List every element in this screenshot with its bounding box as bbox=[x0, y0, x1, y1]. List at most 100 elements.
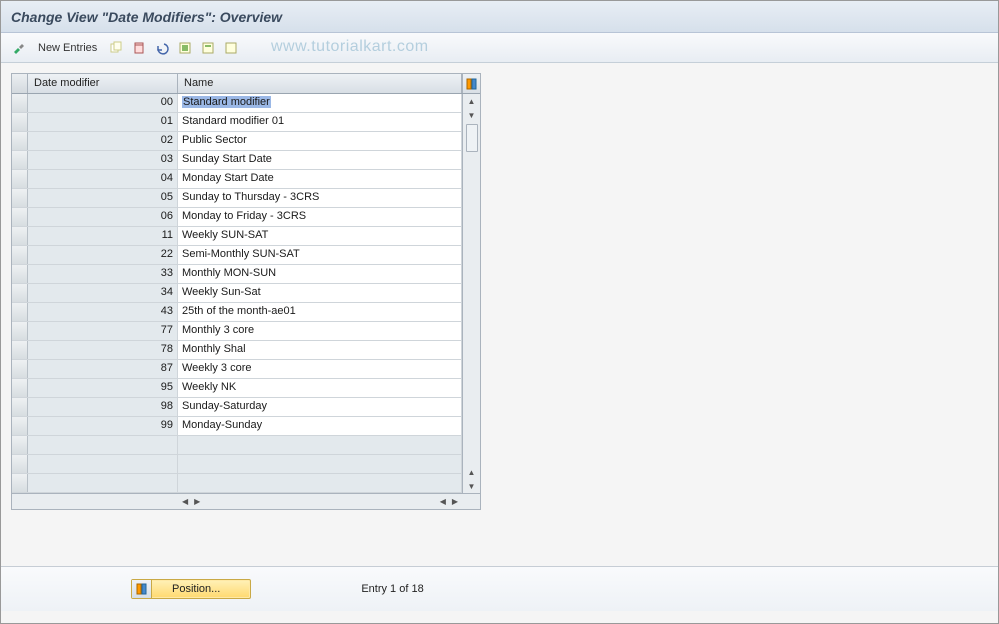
table-row[interactable]: 4325th of the month-ae01 bbox=[12, 303, 462, 322]
cell-modifier[interactable]: 02 bbox=[28, 132, 178, 150]
scroll-left-icon[interactable]: ◀ bbox=[180, 497, 190, 506]
cell-name[interactable]: Semi-Monthly SUN-SAT bbox=[178, 246, 462, 264]
row-selector[interactable] bbox=[12, 284, 28, 302]
select-block-icon[interactable] bbox=[198, 38, 218, 58]
table-row[interactable]: 06Monday to Friday - 3CRS bbox=[12, 208, 462, 227]
row-selector[interactable] bbox=[12, 151, 28, 169]
scroll-thumb[interactable] bbox=[466, 124, 478, 152]
cell-modifier[interactable]: 98 bbox=[28, 398, 178, 416]
cell-modifier[interactable]: 87 bbox=[28, 360, 178, 378]
vertical-scrollbar[interactable]: ▲ ▼ ▲ ▼ bbox=[462, 94, 480, 493]
undo-icon[interactable] bbox=[152, 38, 172, 58]
cell-name[interactable] bbox=[178, 474, 462, 492]
cell-name[interactable]: Weekly SUN-SAT bbox=[178, 227, 462, 245]
scroll-down-icon[interactable]: ▼ bbox=[464, 108, 480, 122]
table-row[interactable] bbox=[12, 455, 462, 474]
cell-name[interactable]: Monthly 3 core bbox=[178, 322, 462, 340]
row-selector[interactable] bbox=[12, 246, 28, 264]
cell-name[interactable]: Standard modifier bbox=[178, 94, 462, 112]
cell-name[interactable]: Monthly Shal bbox=[178, 341, 462, 359]
row-selector[interactable] bbox=[12, 322, 28, 340]
delete-icon[interactable] bbox=[129, 38, 149, 58]
cell-name[interactable]: Monday-Sunday bbox=[178, 417, 462, 435]
cell-modifier[interactable]: 43 bbox=[28, 303, 178, 321]
table-row[interactable]: 33Monthly MON-SUN bbox=[12, 265, 462, 284]
cell-name[interactable]: Public Sector bbox=[178, 132, 462, 150]
row-selector[interactable] bbox=[12, 360, 28, 378]
table-row[interactable] bbox=[12, 474, 462, 493]
table-row[interactable]: 04Monday Start Date bbox=[12, 170, 462, 189]
row-selector[interactable] bbox=[12, 436, 28, 454]
cell-modifier[interactable]: 99 bbox=[28, 417, 178, 435]
table-row[interactable]: 03Sunday Start Date bbox=[12, 151, 462, 170]
scroll-down-icon[interactable]: ▼ bbox=[464, 479, 480, 493]
row-selector[interactable] bbox=[12, 379, 28, 397]
table-row[interactable]: 02Public Sector bbox=[12, 132, 462, 151]
cell-modifier[interactable] bbox=[28, 455, 178, 473]
table-row[interactable]: 77Monthly 3 core bbox=[12, 322, 462, 341]
cell-name[interactable]: Weekly 3 core bbox=[178, 360, 462, 378]
table-row[interactable]: 95Weekly NK bbox=[12, 379, 462, 398]
copy-icon[interactable] bbox=[106, 38, 126, 58]
table-row[interactable]: 00Standard modifier bbox=[12, 94, 462, 113]
cell-name[interactable]: Monday to Friday - 3CRS bbox=[178, 208, 462, 226]
cell-name[interactable]: Monday Start Date bbox=[178, 170, 462, 188]
row-selector[interactable] bbox=[12, 132, 28, 150]
cell-name[interactable]: Standard modifier 01 bbox=[178, 113, 462, 131]
deselect-all-icon[interactable] bbox=[221, 38, 241, 58]
row-selector[interactable] bbox=[12, 398, 28, 416]
position-button[interactable]: Position... bbox=[131, 579, 251, 599]
row-selector[interactable] bbox=[12, 94, 28, 112]
cell-modifier[interactable]: 00 bbox=[28, 94, 178, 112]
table-row[interactable]: 11Weekly SUN-SAT bbox=[12, 227, 462, 246]
row-selector[interactable] bbox=[12, 170, 28, 188]
cell-name[interactable]: 25th of the month-ae01 bbox=[178, 303, 462, 321]
select-all-icon[interactable] bbox=[175, 38, 195, 58]
row-selector[interactable] bbox=[12, 265, 28, 283]
table-row[interactable]: 22Semi-Monthly SUN-SAT bbox=[12, 246, 462, 265]
cell-modifier[interactable]: 22 bbox=[28, 246, 178, 264]
row-selector[interactable] bbox=[12, 474, 28, 492]
column-header-name[interactable]: Name bbox=[178, 74, 462, 93]
table-row[interactable]: 34Weekly Sun-Sat bbox=[12, 284, 462, 303]
row-selector[interactable] bbox=[12, 113, 28, 131]
cell-modifier[interactable]: 34 bbox=[28, 284, 178, 302]
cell-modifier[interactable]: 11 bbox=[28, 227, 178, 245]
cell-name[interactable] bbox=[178, 436, 462, 454]
scroll-left-icon[interactable]: ◀ bbox=[438, 497, 448, 506]
cell-modifier[interactable] bbox=[28, 474, 178, 492]
table-settings-icon[interactable] bbox=[462, 74, 480, 93]
row-selector[interactable] bbox=[12, 455, 28, 473]
cell-modifier[interactable]: 05 bbox=[28, 189, 178, 207]
table-row[interactable]: 99Monday-Sunday bbox=[12, 417, 462, 436]
cell-modifier[interactable]: 04 bbox=[28, 170, 178, 188]
cell-modifier[interactable]: 78 bbox=[28, 341, 178, 359]
row-selector[interactable] bbox=[12, 303, 28, 321]
cell-modifier[interactable]: 06 bbox=[28, 208, 178, 226]
scroll-right-icon[interactable]: ▶ bbox=[192, 497, 202, 506]
cell-modifier[interactable]: 03 bbox=[28, 151, 178, 169]
horizontal-scrollbar[interactable]: ◀ ▶ ◀ ▶ bbox=[12, 493, 480, 509]
table-row[interactable]: 01Standard modifier 01 bbox=[12, 113, 462, 132]
cell-name[interactable]: Weekly Sun-Sat bbox=[178, 284, 462, 302]
cell-name[interactable] bbox=[178, 455, 462, 473]
cell-modifier[interactable]: 33 bbox=[28, 265, 178, 283]
cell-modifier[interactable]: 95 bbox=[28, 379, 178, 397]
table-row[interactable]: 87Weekly 3 core bbox=[12, 360, 462, 379]
row-selector[interactable] bbox=[12, 208, 28, 226]
table-row[interactable]: 78Monthly Shal bbox=[12, 341, 462, 360]
row-selector[interactable] bbox=[12, 227, 28, 245]
table-row[interactable]: 05Sunday to Thursday - 3CRS bbox=[12, 189, 462, 208]
new-entries-button[interactable]: New Entries bbox=[32, 38, 103, 58]
cell-modifier[interactable]: 77 bbox=[28, 322, 178, 340]
cell-name[interactable]: Sunday-Saturday bbox=[178, 398, 462, 416]
scroll-right-icon[interactable]: ▶ bbox=[450, 497, 460, 506]
cell-name[interactable]: Monthly MON-SUN bbox=[178, 265, 462, 283]
cell-name[interactable]: Weekly NK bbox=[178, 379, 462, 397]
cell-modifier[interactable] bbox=[28, 436, 178, 454]
cell-name[interactable]: Sunday to Thursday - 3CRS bbox=[178, 189, 462, 207]
cell-modifier[interactable]: 01 bbox=[28, 113, 178, 131]
row-selector[interactable] bbox=[12, 417, 28, 435]
cell-name[interactable]: Sunday Start Date bbox=[178, 151, 462, 169]
scroll-up-icon[interactable]: ▲ bbox=[464, 94, 480, 108]
